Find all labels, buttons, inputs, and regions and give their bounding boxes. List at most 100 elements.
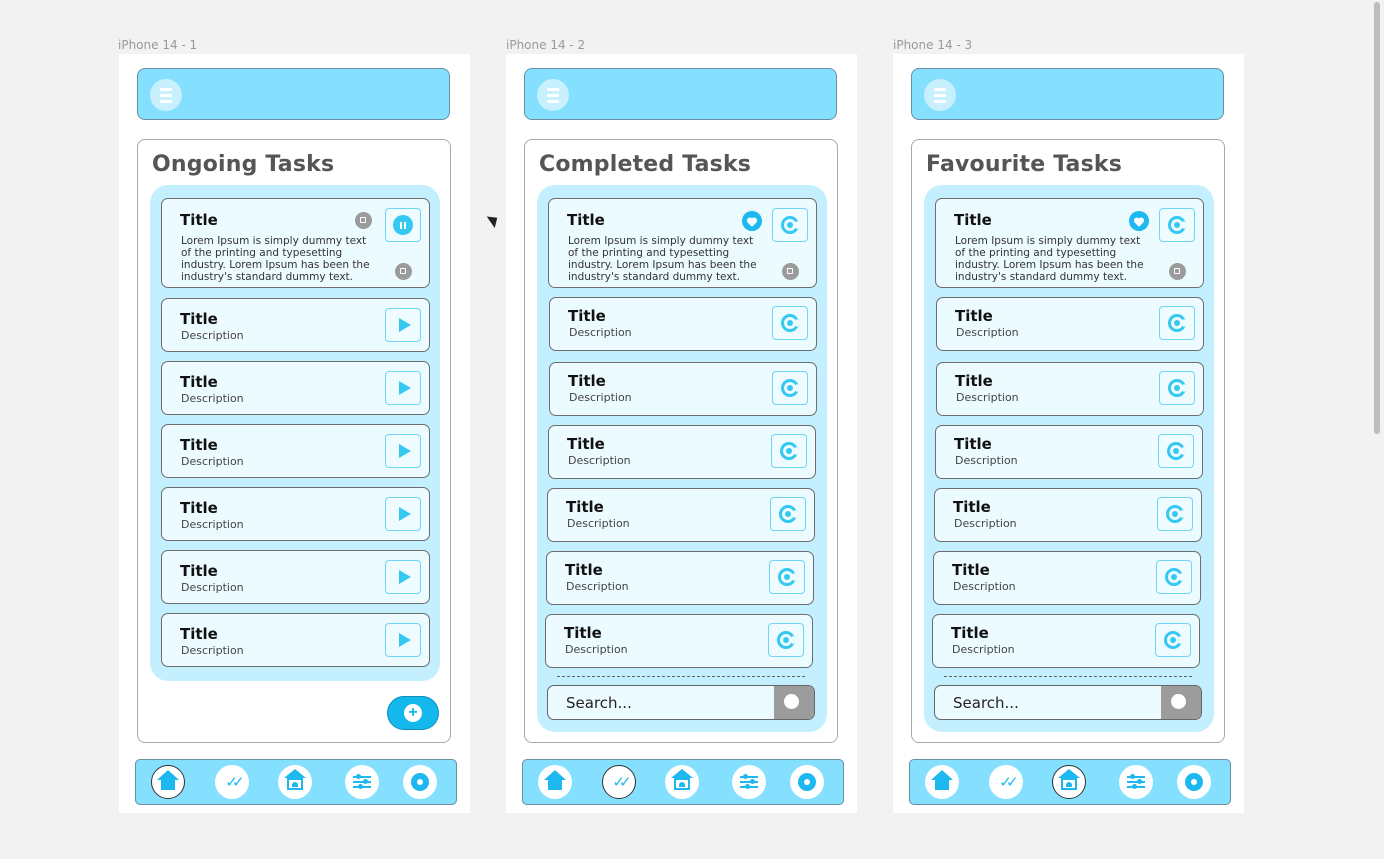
task-card[interactable]: Title Description <box>549 362 817 416</box>
nav-filters[interactable] <box>1119 765 1153 799</box>
nav-completed[interactable]: ✓✓ <box>602 765 636 799</box>
task-title: Title <box>568 372 606 390</box>
task-body: Lorem Ipsum is simply dummy text of the … <box>181 235 370 283</box>
nav-settings[interactable] <box>403 765 437 799</box>
play-button[interactable] <box>385 434 421 468</box>
redo-button[interactable] <box>1155 623 1191 657</box>
nav-favourites[interactable] <box>278 765 312 799</box>
redo-button[interactable] <box>768 623 804 657</box>
featured-task-card[interactable]: Title Lorem Ipsum is simply dummy text o… <box>161 198 430 288</box>
task-card[interactable]: Title Description <box>161 613 430 667</box>
play-button[interactable] <box>385 623 421 657</box>
divider <box>557 676 805 677</box>
redo-button[interactable] <box>770 497 806 531</box>
redo-button[interactable] <box>772 371 808 405</box>
nav-filters[interactable] <box>345 765 379 799</box>
nav-settings[interactable] <box>790 765 824 799</box>
task-card[interactable]: Title Description <box>932 614 1200 668</box>
redo-icon <box>1168 314 1186 332</box>
play-button[interactable] <box>385 371 421 405</box>
nav-completed[interactable]: ✓✓ <box>989 765 1023 799</box>
redo-button[interactable] <box>1158 434 1194 468</box>
frame-label: iPhone 14 - 1 <box>118 38 198 52</box>
nav-completed[interactable]: ✓✓ <box>215 765 249 799</box>
edit-icon[interactable] <box>782 263 799 280</box>
nav-filters[interactable] <box>732 765 766 799</box>
redo-button[interactable] <box>769 560 805 594</box>
task-card[interactable]: Title Description <box>161 361 430 415</box>
task-title: Title <box>955 372 993 390</box>
redo-icon <box>1166 505 1184 523</box>
task-card[interactable]: Title Description <box>936 362 1204 416</box>
task-description: Description <box>953 580 1016 593</box>
menu-icon[interactable] <box>537 79 569 111</box>
redo-button[interactable] <box>1156 560 1192 594</box>
task-title: Title <box>953 498 991 516</box>
task-card[interactable]: Title Description <box>161 487 430 541</box>
tag-icon[interactable] <box>355 212 372 229</box>
bottom-nav: ✓✓ <box>909 759 1231 805</box>
edit-icon[interactable] <box>1169 263 1186 280</box>
play-icon <box>398 318 411 332</box>
task-card[interactable]: Title Description <box>161 298 430 352</box>
featured-task-card[interactable]: Title Lorem Ipsum is simply dummy text o… <box>935 198 1204 288</box>
task-description: Description <box>952 643 1015 656</box>
play-button[interactable] <box>385 308 421 342</box>
play-button[interactable] <box>385 560 421 594</box>
search-input[interactable]: Search... <box>566 694 632 712</box>
task-card[interactable]: Title Description <box>548 425 816 479</box>
redo-button[interactable] <box>772 208 808 242</box>
task-title: Title <box>564 624 602 642</box>
edit-icon[interactable] <box>395 263 412 280</box>
task-card[interactable]: Title Description <box>933 551 1201 605</box>
redo-button[interactable] <box>1159 208 1195 242</box>
redo-icon <box>1167 442 1185 460</box>
menu-icon[interactable] <box>924 79 956 111</box>
task-title: Title <box>954 211 992 229</box>
redo-button[interactable] <box>772 306 808 340</box>
search-input[interactable]: Search... <box>953 694 1019 712</box>
sliders-icon <box>740 774 758 790</box>
redo-button[interactable] <box>1159 371 1195 405</box>
menu-icon[interactable] <box>150 79 182 111</box>
pause-button[interactable] <box>385 208 421 242</box>
task-description: Description <box>956 326 1019 339</box>
redo-icon <box>779 505 797 523</box>
task-card[interactable]: Title Description <box>547 488 815 542</box>
nav-home[interactable] <box>151 765 185 799</box>
task-card[interactable]: Title Description <box>549 297 817 351</box>
task-card[interactable]: Title Description <box>935 425 1203 479</box>
heart-icon[interactable] <box>1129 211 1149 231</box>
task-card[interactable]: Title Description <box>936 297 1204 351</box>
search-button[interactable] <box>1161 686 1201 719</box>
nav-favourites[interactable] <box>665 765 699 799</box>
task-body: Lorem Ipsum is simply dummy text of the … <box>955 235 1144 283</box>
task-card[interactable]: Title Description <box>161 424 430 478</box>
nav-home[interactable] <box>925 765 959 799</box>
frame-label: iPhone 14 - 2 <box>506 38 586 52</box>
redo-icon <box>1164 631 1182 649</box>
home-icon <box>544 770 566 790</box>
redo-button[interactable] <box>1159 306 1195 340</box>
task-card[interactable]: Title Description <box>161 550 430 604</box>
canvas-scrollbar[interactable] <box>1374 2 1380 434</box>
task-card[interactable]: Title Description <box>545 614 813 668</box>
task-card[interactable]: Title Description <box>934 488 1202 542</box>
task-card[interactable]: Title Description <box>546 551 814 605</box>
sliders-icon <box>353 774 371 790</box>
nav-home[interactable] <box>538 765 572 799</box>
play-button[interactable] <box>385 497 421 531</box>
heart-icon[interactable] <box>742 211 762 231</box>
add-task-button[interactable]: + <box>387 696 439 730</box>
task-description: Description <box>181 644 244 657</box>
task-title: Title <box>952 561 990 579</box>
task-title: Title <box>180 436 218 454</box>
nav-settings[interactable] <box>1177 765 1211 799</box>
search-button[interactable] <box>774 686 814 719</box>
featured-task-card[interactable]: Title Lorem Ipsum is simply dummy text o… <box>548 198 817 288</box>
redo-button[interactable] <box>1157 497 1193 531</box>
page-title: Ongoing Tasks <box>152 152 335 177</box>
task-title: Title <box>565 561 603 579</box>
redo-button[interactable] <box>771 434 807 468</box>
nav-favourites[interactable] <box>1052 765 1086 799</box>
